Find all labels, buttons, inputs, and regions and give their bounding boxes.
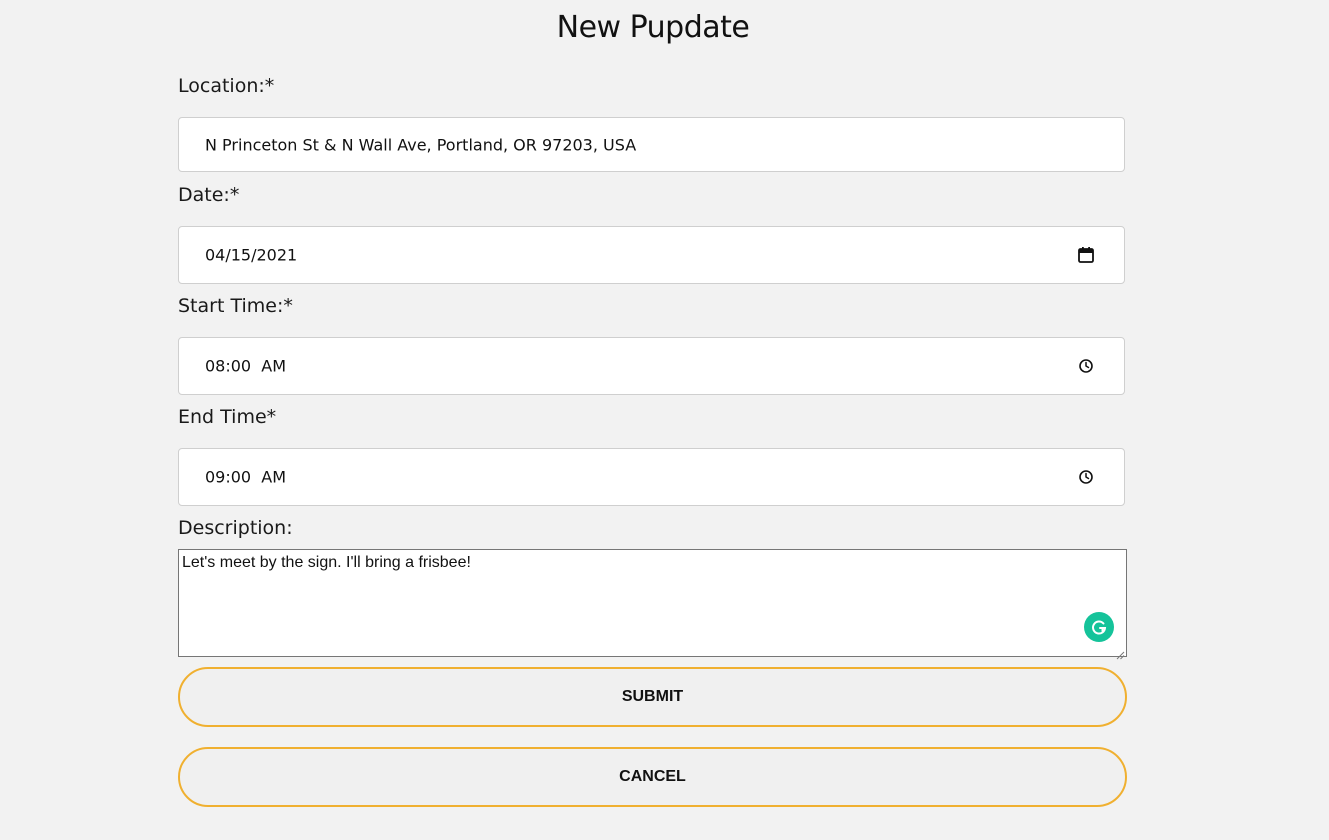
location-field[interactable]: N Princeton St & N Wall Ave, Portland, O… [178, 117, 1125, 172]
start-time-label: Start Time:* [178, 295, 293, 317]
description-label: Description: [178, 517, 293, 539]
date-value: 04/15/2021 [205, 245, 298, 265]
start-time-value: 08:00 AM [205, 356, 287, 376]
description-textarea[interactable]: Let's meet by the sign. I'll bring a fri… [178, 549, 1127, 660]
cancel-button[interactable]: CANCEL [178, 747, 1127, 807]
grammarly-icon[interactable] [1084, 612, 1114, 642]
location-value: N Princeton St & N Wall Ave, Portland, O… [205, 135, 637, 154]
location-label: Location:* [178, 75, 275, 97]
page-title: New Pupdate [556, 10, 750, 45]
end-time-label: End Time* [178, 406, 277, 428]
calendar-icon[interactable] [1076, 245, 1096, 265]
resize-handle-icon[interactable] [1115, 645, 1125, 660]
end-time-field[interactable]: 09:00 AM [178, 448, 1125, 506]
submit-button[interactable]: SUBMIT [178, 667, 1127, 727]
date-label: Date:* [178, 184, 240, 206]
clock-icon[interactable] [1076, 467, 1096, 487]
clock-icon[interactable] [1076, 356, 1096, 376]
start-time-field[interactable]: 08:00 AM [178, 337, 1125, 395]
end-time-value: 09:00 AM [205, 467, 287, 487]
date-field[interactable]: 04/15/2021 [178, 226, 1125, 284]
description-value: Let's meet by the sign. I'll bring a fri… [182, 554, 471, 571]
